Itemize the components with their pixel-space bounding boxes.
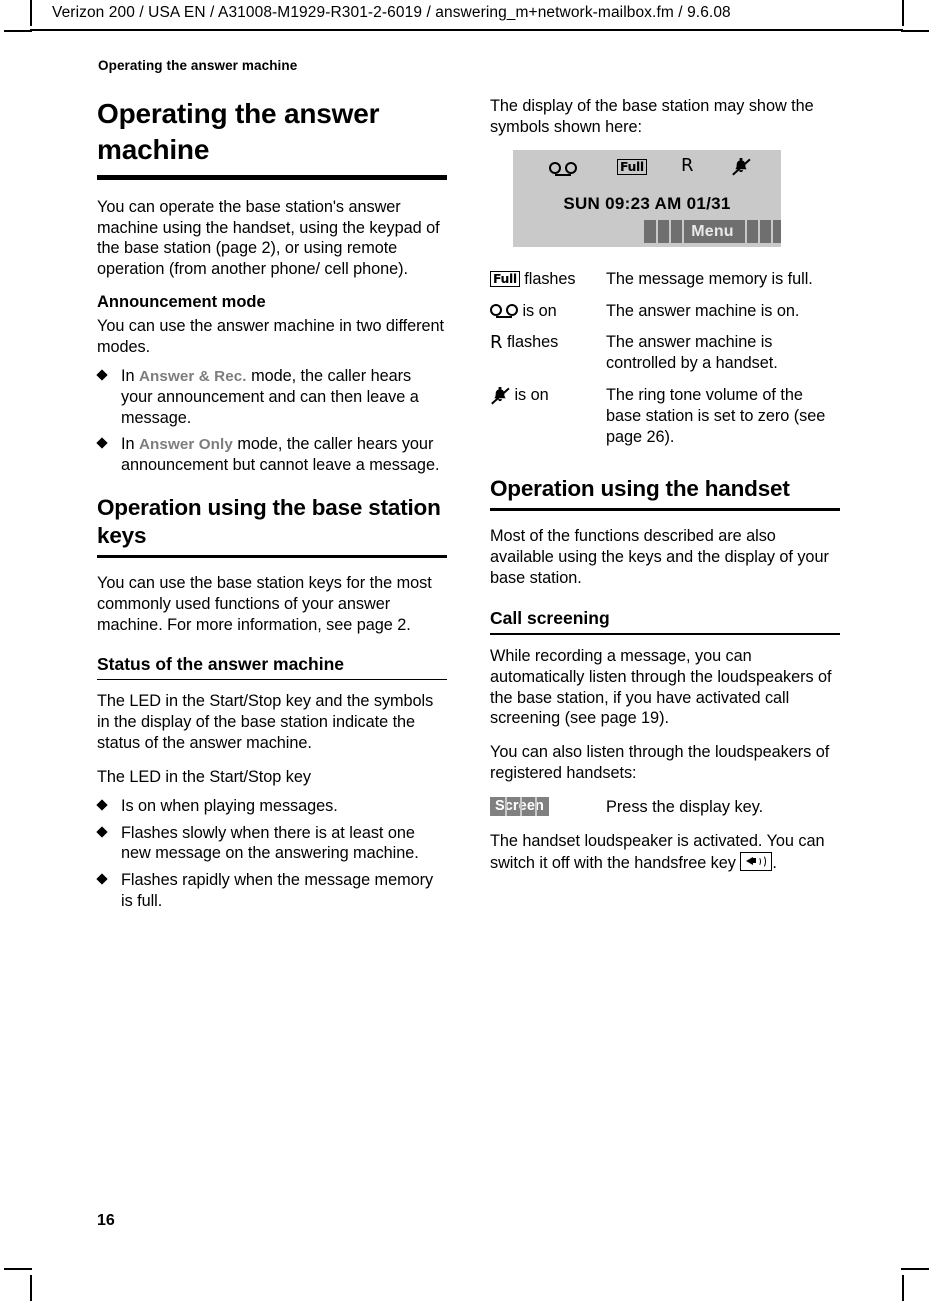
list-item-label: Is on when playing messages. [121,796,338,815]
announcement-mode-list: In Answer & Rec. mode, the caller hears … [96,366,447,476]
list-item: In Answer Only mode, the caller hears yo… [96,434,447,476]
menu-soft-key-label[interactable]: Menu [644,220,781,243]
diamond-bullet-icon [96,369,108,381]
status-heading: Status of the answer machine [97,653,345,674]
symbol-state-label: flashes [506,333,559,352]
left-column: Operating the answer machine You can ope… [96,96,447,925]
crop-mark-bottom-left-horizontal [4,1268,32,1270]
symbol-cell: is on [490,385,606,459]
crop-mark-top-right-horizontal [901,30,929,32]
base-station-keys-heading: Operation using the base station keys [97,495,441,549]
symbol-description: The ring tone volume of the base station… [606,386,826,446]
symbol-state-label: is on [514,386,549,405]
symbol-description: The answer machine is controlled by a ha… [606,333,778,373]
page-number: 16 [97,1212,115,1229]
remote-control-r-label: R [681,154,694,176]
mode-term: Answer & Rec. [138,367,247,385]
running-head: Operating the answer machine [98,58,298,73]
chapter-rule [97,174,447,180]
call-screening-paragraph-2: You can also listen through the loudspea… [490,743,830,783]
symbol-cell: Full flashes [490,269,606,301]
bullet-text-pre: In [121,366,139,385]
screen-key-action-text: Press the display key. [606,797,764,816]
status-paragraph-1: The LED in the Start/Stop key and the sy… [97,692,434,753]
call-screening-paragraph-1: While recording a message, you can autom… [490,646,832,728]
base-station-keys-paragraph: You can use the base station keys for th… [97,574,432,635]
screen-display-key[interactable]: Screen [490,796,549,816]
handset-operation-paragraph: Most of the functions described are also… [490,526,829,587]
diamond-bullet-icon [96,873,108,886]
base-station-display-illustration: Full R SUN 09:23 AM 01/31 Menu [513,149,781,247]
display-intro-paragraph: The display of the base station may show… [490,97,814,136]
handset-operation-rule [490,507,840,511]
symbol-cell: R flashes [490,332,606,385]
right-column: The display of the base station may show… [490,96,840,887]
answer-machine-reel-icon [490,303,518,319]
status-paragraph-2: The LED in the Start/Stop key [97,767,311,786]
call-screening-heading: Call screening [490,608,610,629]
header-divider [30,29,903,31]
display-status-icons: Full R [513,154,781,182]
screen-key-row: Screen Press the display key. [490,796,840,818]
announcement-mode-heading: Announcement mode [97,293,266,312]
display-soft-key-bar: Menu [644,219,781,243]
remote-control-r-icon: R [681,154,694,176]
handsfree-key-icon [740,851,773,871]
bullet-text-pre: In [121,435,139,454]
table-row: is on The ring tone volume of the base s… [490,385,838,459]
list-item-label: Flashes slowly when there is at least on… [121,823,419,863]
crop-mark-bottom-right-vertical [902,1275,904,1301]
announcement-mode-paragraph: You can use the answer machine in two di… [97,317,445,356]
symbol-state-label: flashes [524,269,576,288]
status-led-list: Is on when playing messages. Flashes slo… [96,796,447,912]
intro-paragraph: You can operate the base station's answe… [97,197,440,279]
list-item: Is on when playing messages. [96,796,447,817]
call-screening-rule [490,633,840,635]
full-memory-label: Full [617,159,647,176]
list-item: In Answer & Rec. mode, the caller hears … [96,366,447,429]
symbol-state-label: is on [522,301,557,320]
table-row: Full flashes The message memory is full. [490,269,838,301]
remote-control-r-icon: R [490,332,503,354]
table-row: is on The answer machine is on. [490,301,838,333]
crop-mark-top-left-vertical [30,0,32,26]
crop-mark-bottom-left-vertical [30,1275,32,1301]
screen-key-column: Screen [490,796,606,816]
chapter-title: Operating the answer machine [97,98,380,165]
crop-mark-top-left-horizontal [4,30,32,32]
base-station-keys-rule [97,555,447,559]
full-memory-icon: Full [490,271,520,288]
status-rule [97,678,447,681]
diamond-bullet-icon [96,825,108,838]
symbol-table: Full flashes The message memory is full.… [490,269,838,459]
list-item-label: Flashes rapidly when the message memory … [121,871,434,911]
diamond-bullet-icon [96,799,108,811]
symbol-description: The message memory is full. [606,269,813,288]
call-screening-paragraph-3: The handset loudspeaker is activated. Yo… [490,831,840,874]
mode-term: Answer Only [138,436,233,454]
crop-mark-top-right-vertical [902,0,904,26]
table-row: R flashes The answer machine is controll… [490,332,838,385]
symbol-description: The answer machine is on. [606,301,800,320]
list-item: Flashes rapidly when the message memory … [96,870,447,912]
full-memory-icon: Full [617,159,647,177]
diamond-bullet-icon [96,437,108,450]
handset-operation-heading: Operation using the handset [490,475,790,501]
ringer-off-icon [490,386,510,405]
ringer-off-icon [731,157,751,176]
list-item: Flashes slowly when there is at least on… [96,823,447,865]
display-time-line: SUN 09:23 AM 01/31 [563,193,731,213]
handsfree-text-post: . [772,853,777,872]
crop-mark-bottom-right-horizontal [901,1268,929,1270]
file-header: Verizon 200 / USA EN / A31008-M1929-R301… [52,4,731,21]
answer-machine-reel-icon [549,161,577,179]
symbol-cell: is on [490,301,606,333]
